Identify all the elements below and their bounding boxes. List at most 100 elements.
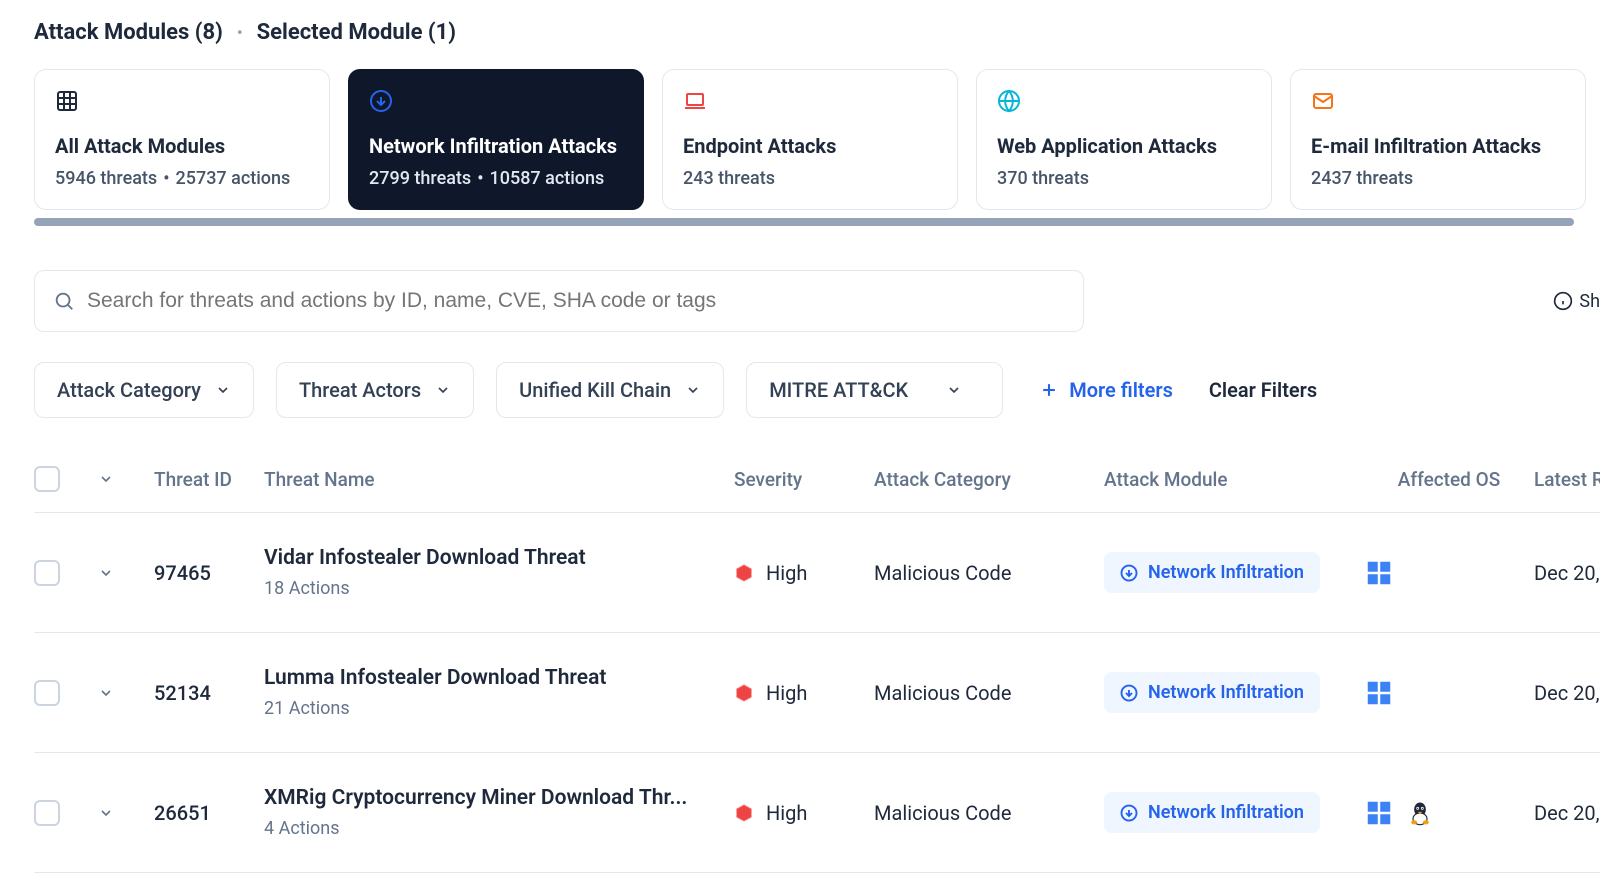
threat-actions-count: 21 Actions bbox=[264, 698, 714, 719]
select-all-checkbox[interactable] bbox=[34, 466, 60, 492]
filter-threat-actors[interactable]: Threat Actors bbox=[276, 362, 474, 418]
cell-affected-os bbox=[1364, 558, 1534, 588]
row-expand-toggle[interactable] bbox=[98, 805, 154, 821]
severity-hexagon-icon bbox=[734, 563, 754, 583]
show-help-link[interactable]: Sh bbox=[1553, 291, 1600, 312]
download-circle-icon bbox=[1120, 804, 1138, 822]
cell-threat-name: Vidar Infostealer Download Threat 18 Act… bbox=[264, 546, 734, 599]
breadcrumb-modules[interactable]: Attack Modules (8) bbox=[34, 20, 223, 45]
threats-table: Threat ID Threat Name Severity Attack Ca… bbox=[34, 466, 1600, 873]
cell-threat-id: 97465 bbox=[154, 561, 264, 585]
cell-latest-date: Dec 20, 2 bbox=[1534, 561, 1600, 585]
module-card[interactable]: E-mail Infiltration Attacks 2437 threats bbox=[1290, 69, 1586, 210]
table-row[interactable]: 52134 Lumma Infostealer Download Threat … bbox=[34, 633, 1600, 753]
col-attack-category[interactable]: Attack Category bbox=[874, 468, 1104, 491]
severity-label: High bbox=[766, 561, 807, 585]
severity-hexagon-icon bbox=[734, 803, 754, 823]
module-badge[interactable]: Network Infiltration bbox=[1104, 552, 1320, 593]
search-box[interactable] bbox=[34, 270, 1084, 332]
module-title: All Attack Modules bbox=[55, 134, 309, 158]
module-sub2: 10587 actions bbox=[490, 168, 605, 189]
cell-severity: High bbox=[734, 801, 874, 825]
threat-name[interactable]: Vidar Infostealer Download Threat bbox=[264, 546, 714, 570]
table-row[interactable]: 26651 XMRig Cryptocurrency Miner Downloa… bbox=[34, 753, 1600, 873]
col-threat-name[interactable]: Threat Name bbox=[264, 468, 734, 491]
module-title: Endpoint Attacks bbox=[683, 134, 937, 158]
mail-icon bbox=[1311, 88, 1565, 114]
module-badge[interactable]: Network Infiltration bbox=[1104, 792, 1320, 833]
row-expand-toggle[interactable] bbox=[98, 685, 154, 701]
laptop-icon bbox=[683, 88, 937, 114]
filter-unified-kill-chain[interactable]: Unified Kill Chain bbox=[496, 362, 724, 418]
more-filters-button[interactable]: More filters bbox=[1039, 378, 1173, 402]
grid-icon bbox=[55, 88, 309, 114]
module-sub2: 25737 actions bbox=[176, 168, 291, 189]
row-checkbox[interactable] bbox=[34, 680, 60, 706]
cell-threat-name: XMRig Cryptocurrency Miner Download Thr.… bbox=[264, 786, 734, 839]
modules-scroll[interactable]: All Attack Modules 5946 threats•25737 ac… bbox=[34, 69, 1600, 210]
module-title: Network Infiltration Attacks bbox=[369, 134, 623, 158]
module-badge-label: Network Infiltration bbox=[1148, 802, 1304, 823]
module-subtitle: 2799 threats•10587 actions bbox=[369, 168, 623, 189]
module-subtitle: 5946 threats•25737 actions bbox=[55, 168, 309, 189]
module-card[interactable]: Web Application Attacks 370 threats bbox=[976, 69, 1272, 210]
search-input[interactable] bbox=[87, 289, 1065, 313]
windows-icon bbox=[1364, 558, 1394, 588]
threat-name[interactable]: XMRig Cryptocurrency Miner Download Thr.… bbox=[264, 786, 714, 810]
table-header: Threat ID Threat Name Severity Attack Ca… bbox=[34, 466, 1600, 513]
clear-filters-label: Clear Filters bbox=[1209, 378, 1317, 402]
module-subtitle: 370 threats bbox=[997, 168, 1251, 189]
severity-label: High bbox=[766, 681, 807, 705]
breadcrumb-selected[interactable]: Selected Module (1) bbox=[257, 20, 456, 45]
filters-row: Attack Category Threat Actors Unified Ki… bbox=[34, 362, 1600, 418]
col-affected-os[interactable]: Affected OS bbox=[1364, 468, 1534, 491]
filter-mitre-attack[interactable]: MITRE ATT&CK bbox=[746, 362, 1003, 418]
filter-label: MITRE ATT&CK bbox=[769, 378, 908, 402]
threat-name[interactable]: Lumma Infostealer Download Threat bbox=[264, 666, 714, 690]
cell-attack-category: Malicious Code bbox=[874, 801, 1104, 825]
breadcrumb-separator-icon: • bbox=[237, 23, 243, 42]
search-icon bbox=[53, 290, 75, 312]
module-card[interactable]: Endpoint Attacks 243 threats bbox=[662, 69, 958, 210]
row-checkbox[interactable] bbox=[34, 800, 60, 826]
module-badge-label: Network Infiltration bbox=[1148, 682, 1304, 703]
cell-attack-module: Network Infiltration bbox=[1104, 672, 1364, 713]
chevron-down-icon bbox=[435, 382, 451, 398]
module-subtitle: 2437 threats bbox=[1311, 168, 1565, 189]
chevron-down-icon bbox=[215, 382, 231, 398]
cell-threat-id: 26651 bbox=[154, 801, 264, 825]
module-card[interactable]: Network Infiltration Attacks 2799 threat… bbox=[348, 69, 644, 210]
expand-all-toggle[interactable] bbox=[98, 471, 154, 487]
cell-affected-os bbox=[1364, 678, 1534, 708]
cell-severity: High bbox=[734, 681, 874, 705]
col-latest[interactable]: Latest Re bbox=[1534, 468, 1600, 491]
cell-attack-module: Network Infiltration bbox=[1104, 792, 1364, 833]
filter-label: Threat Actors bbox=[299, 378, 421, 402]
severity-hexagon-icon bbox=[734, 683, 754, 703]
linux-icon bbox=[1406, 799, 1434, 827]
horizontal-scrollbar[interactable] bbox=[34, 218, 1574, 226]
module-card[interactable]: All Attack Modules 5946 threats•25737 ac… bbox=[34, 69, 330, 210]
row-expand-toggle[interactable] bbox=[98, 565, 154, 581]
col-severity[interactable]: Severity bbox=[734, 468, 874, 491]
chevron-down-icon bbox=[685, 382, 701, 398]
col-threat-id[interactable]: Threat ID bbox=[154, 468, 264, 491]
cell-latest-date: Dec 20, 2 bbox=[1534, 801, 1600, 825]
threat-actions-count: 4 Actions bbox=[264, 818, 714, 839]
module-title: E-mail Infiltration Attacks bbox=[1311, 134, 1565, 158]
severity-label: High bbox=[766, 801, 807, 825]
col-attack-module[interactable]: Attack Module bbox=[1104, 468, 1364, 491]
download-circle-icon bbox=[1120, 684, 1138, 702]
row-checkbox[interactable] bbox=[34, 560, 60, 586]
threat-actions-count: 18 Actions bbox=[264, 578, 714, 599]
breadcrumb: Attack Modules (8) • Selected Module (1) bbox=[34, 20, 1600, 45]
cell-attack-category: Malicious Code bbox=[874, 561, 1104, 585]
clear-filters-button[interactable]: Clear Filters bbox=[1209, 378, 1317, 402]
cell-severity: High bbox=[734, 561, 874, 585]
filter-attack-category[interactable]: Attack Category bbox=[34, 362, 254, 418]
windows-icon bbox=[1364, 798, 1394, 828]
cell-affected-os bbox=[1364, 798, 1534, 828]
module-badge[interactable]: Network Infiltration bbox=[1104, 672, 1320, 713]
table-row[interactable]: 97465 Vidar Infostealer Download Threat … bbox=[34, 513, 1600, 633]
cell-threat-id: 52134 bbox=[154, 681, 264, 705]
